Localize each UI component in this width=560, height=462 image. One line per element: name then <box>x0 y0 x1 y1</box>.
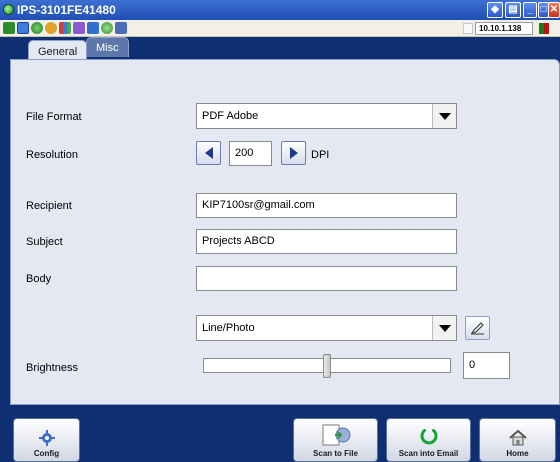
subject-field[interactable]: Projects ABCD <box>196 229 457 254</box>
edit-button[interactable] <box>465 316 490 340</box>
scan-to-file-button[interactable]: Scan to File <box>293 418 378 462</box>
tab-misc[interactable]: Misc <box>86 37 129 57</box>
chevron-down-icon[interactable] <box>432 104 456 128</box>
home-icon <box>508 429 527 446</box>
ip-field-lead <box>463 23 473 34</box>
recipient-label: Recipient <box>26 200 72 212</box>
window-title: IPS-3101FE41480 <box>17 3 116 17</box>
body-label: Body <box>26 273 52 285</box>
file-format-value: PDF Adobe <box>202 110 259 122</box>
pencil-icon <box>470 322 484 335</box>
brush-icon[interactable] <box>115 22 127 34</box>
power-icon <box>420 429 437 445</box>
slider-thumb[interactable] <box>323 354 331 378</box>
scan-into-email-button[interactable]: Scan into Email <box>386 418 471 462</box>
brightness-input[interactable]: 0 <box>463 352 510 379</box>
mode-value: Line/Photo <box>202 322 255 334</box>
resolution-unit: DPI <box>311 149 330 161</box>
mode-select[interactable]: Line/Photo <box>196 315 457 341</box>
body-field[interactable] <box>196 266 457 291</box>
window-icon[interactable] <box>17 22 29 34</box>
arrow-right-icon <box>289 147 298 159</box>
file-format-select[interactable]: PDF Adobe <box>196 103 457 129</box>
minimize-button[interactable]: _ <box>523 2 537 18</box>
brightness-label: Brightness <box>26 362 78 374</box>
arrow-left-icon <box>204 147 213 159</box>
network-icon[interactable] <box>3 22 15 34</box>
status-indicator <box>539 23 549 34</box>
subject-label: Subject <box>26 236 63 248</box>
close-button[interactable]: ✕ <box>548 2 560 18</box>
toolbar: 10.10.1.138 <box>0 20 560 37</box>
resolution-decrease-button[interactable] <box>196 141 221 165</box>
gear-globe-icon[interactable] <box>101 22 113 34</box>
scan-into-email-label: Scan into Email <box>398 449 459 458</box>
ip-address-field: 10.10.1.138 <box>475 22 533 35</box>
scan-file-icon <box>322 424 350 446</box>
chart-icon[interactable] <box>59 22 71 34</box>
gear-icon <box>38 430 55 446</box>
globe-icon[interactable] <box>31 22 43 34</box>
menu-icon[interactable]: ▤ <box>505 2 521 18</box>
resolution-increase-button[interactable] <box>281 141 306 165</box>
restore-icon[interactable]: ◆ <box>487 2 503 18</box>
config-button[interactable]: Config <box>13 418 80 462</box>
status-red-light <box>544 23 549 34</box>
main-area: General Misc File Format PDF Adobe Resol… <box>0 37 560 462</box>
config-label: Config <box>33 449 60 458</box>
sync-icon[interactable] <box>45 22 57 34</box>
resolution-input[interactable]: 200 <box>229 141 272 166</box>
chevron-down-icon[interactable] <box>432 316 456 340</box>
scan-to-file-label: Scan to File <box>313 449 358 458</box>
title-bar: IPS-3101FE41480 ◆ ▤ _ □ ✕ <box>0 0 560 20</box>
graph-icon[interactable] <box>73 22 85 34</box>
app-icon <box>3 4 14 15</box>
brightness-slider[interactable] <box>203 354 451 378</box>
file-format-label: File Format <box>26 111 82 123</box>
resolution-label: Resolution <box>26 149 78 161</box>
device-icon[interactable] <box>87 22 99 34</box>
home-label: Home <box>506 449 529 458</box>
home-button[interactable]: Home <box>479 418 556 462</box>
settings-panel: File Format PDF Adobe Resolution 200 DPI… <box>10 59 560 405</box>
recipient-field[interactable]: KIP7100sr@gmail.com <box>196 193 457 218</box>
